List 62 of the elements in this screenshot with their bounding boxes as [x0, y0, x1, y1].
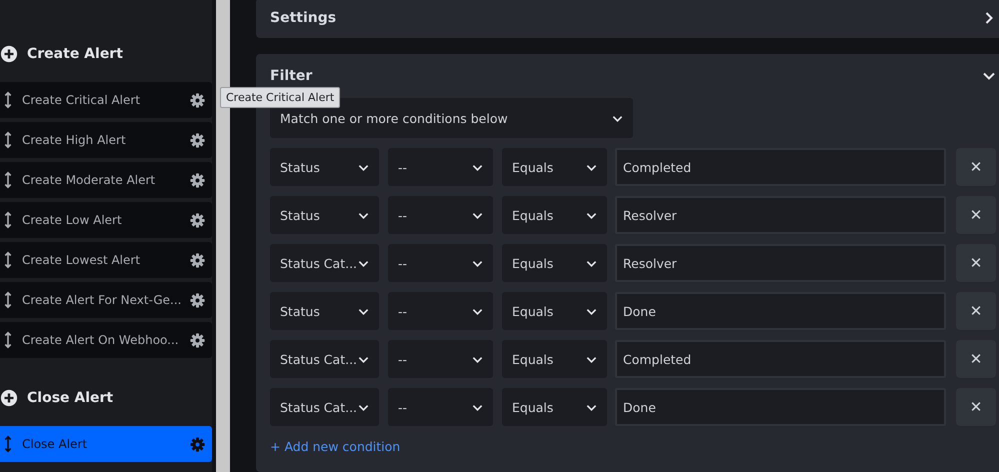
drag-handle-icon[interactable]: [4, 91, 12, 109]
settings-icon[interactable]: [190, 252, 205, 268]
sidebar-item[interactable]: Create Moderate Alert: [0, 162, 212, 198]
sidebar-item[interactable]: Create High Alert: [0, 122, 212, 158]
value-field[interactable]: Completed: [615, 340, 946, 378]
remove-button[interactable]: ✕: [956, 148, 996, 186]
group-heading: Close Alert: [27, 390, 114, 406]
sidebar-item[interactable]: Create Alert On Webhoo...: [0, 322, 212, 358]
sidebar-item[interactable]: Create Critical Alert: [0, 82, 212, 118]
remove-button[interactable]: ✕: [956, 196, 996, 234]
drag-handle-icon[interactable]: [4, 331, 12, 349]
comparison-dropdown[interactable]: Equals: [502, 196, 607, 234]
sidebar-item[interactable]: Create Lowest Alert: [0, 242, 212, 278]
field-dropdown[interactable]: Status: [270, 292, 379, 330]
remove-button[interactable]: ✕: [956, 244, 996, 282]
value-field[interactable]: Completed: [615, 148, 946, 186]
drag-handle-icon[interactable]: [4, 211, 12, 229]
comparison-dropdown[interactable]: Equals: [502, 388, 607, 426]
settings-icon[interactable]: [190, 212, 205, 228]
panel-title: Filter: [270, 68, 312, 84]
field-dropdown[interactable]: Status: [270, 196, 379, 234]
value-field[interactable]: Done: [615, 292, 946, 330]
group-heading: Create Alert: [27, 46, 123, 62]
settings-icon[interactable]: [190, 332, 205, 348]
settings-icon[interactable]: [190, 132, 205, 148]
settings-icon[interactable]: [190, 292, 205, 308]
remove-button[interactable]: ✕: [956, 292, 996, 330]
operator-dropdown[interactable]: --: [388, 148, 493, 186]
settings-icon[interactable]: [190, 92, 205, 108]
sidebar-item[interactable]: Create Low Alert: [0, 202, 212, 238]
field-dropdown[interactable]: Status Cat...: [270, 388, 379, 426]
chevron-down-icon[interactable]: [983, 70, 995, 82]
comparison-dropdown[interactable]: Equals: [502, 244, 607, 282]
sidebar-item[interactable]: Create Alert For Next-Ge...: [0, 282, 212, 318]
field-dropdown[interactable]: Status Cat...: [270, 244, 379, 282]
operator-dropdown[interactable]: --: [388, 388, 493, 426]
comparison-dropdown[interactable]: Equals: [502, 292, 607, 330]
add-condition-link[interactable]: + Add new condition: [270, 439, 400, 454]
operator-dropdown[interactable]: --: [388, 196, 493, 234]
value-field[interactable]: Resolver: [615, 196, 946, 234]
operator-dropdown[interactable]: --: [388, 340, 493, 378]
value-field[interactable]: Resolver: [615, 244, 946, 282]
settings-icon[interactable]: [190, 436, 205, 452]
comparison-dropdown[interactable]: Equals: [502, 148, 607, 186]
drag-handle-icon[interactable]: [4, 131, 12, 149]
drag-handle-icon[interactable]: [4, 171, 12, 189]
settings-icon[interactable]: [190, 172, 205, 188]
tooltip: Create Critical Alert: [220, 87, 340, 108]
comparison-dropdown[interactable]: Equals: [502, 340, 607, 378]
field-dropdown[interactable]: Status Cat...: [270, 340, 379, 378]
value-field[interactable]: Done: [615, 388, 946, 426]
drag-handle-icon[interactable]: [4, 291, 12, 309]
drag-handle-icon[interactable]: [4, 435, 12, 453]
sidebar-item[interactable]: Close Alert: [0, 426, 212, 462]
chevron-right-icon[interactable]: [983, 12, 995, 24]
panel-title: Settings: [270, 10, 336, 26]
remove-button[interactable]: ✕: [956, 388, 996, 426]
drag-handle-icon[interactable]: [4, 251, 12, 269]
operator-dropdown[interactable]: --: [388, 292, 493, 330]
remove-button[interactable]: ✕: [956, 340, 996, 378]
operator-dropdown[interactable]: --: [388, 244, 493, 282]
field-dropdown[interactable]: Status: [270, 148, 379, 186]
